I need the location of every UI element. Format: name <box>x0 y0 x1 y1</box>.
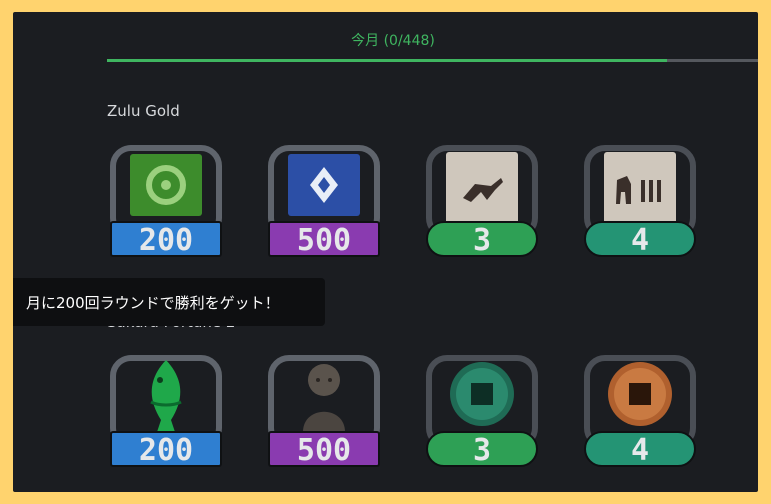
badge-value: 200 <box>139 433 193 468</box>
zebra-icon <box>604 152 676 224</box>
tooltip-text: 月に200回ラウンドで勝利をゲット！ <box>26 293 280 312</box>
achievement-badge[interactable]: 200 <box>105 350 227 472</box>
tooltip: 月に200回ラウンドで勝利をゲット！ <box>13 278 325 326</box>
jade-koi-icon <box>150 360 182 432</box>
badge-value: 200 <box>139 223 193 258</box>
badge-value: 4 <box>631 433 649 468</box>
progress-fill <box>107 59 667 62</box>
badge-value: 500 <box>297 433 351 468</box>
achievement-badge[interactable]: 500 <box>263 350 385 472</box>
achievement-badge[interactable]: 4 <box>579 350 701 472</box>
tab-this-month[interactable]: 今月 (0/448) <box>13 30 758 50</box>
green-ring-icon <box>130 154 202 216</box>
section-title: Zulu Gold <box>107 102 180 120</box>
badge-value: 3 <box>473 433 491 468</box>
copper-coin-icon <box>608 362 672 426</box>
achievement-badge[interactable]: 3 <box>421 140 543 262</box>
achievement-badge[interactable]: 3 <box>421 350 543 472</box>
achievement-badge[interactable]: 200 <box>105 140 227 262</box>
achievement-badge[interactable]: 4 <box>579 140 701 262</box>
blue-diamond-icon <box>288 154 360 216</box>
achievement-badge[interactable]: 500 <box>263 140 385 262</box>
badge-value: 4 <box>631 223 649 258</box>
badge-value: 3 <box>473 223 491 258</box>
progress-track <box>107 59 758 62</box>
monk-statue-icon <box>303 364 345 432</box>
badge-value: 500 <box>297 223 351 258</box>
antelope-icon <box>446 152 518 224</box>
jade-coin-icon <box>450 362 514 426</box>
achievements-panel: 今月 (0/448) Zulu Gold Sakura Fortune 2 20… <box>13 12 758 492</box>
